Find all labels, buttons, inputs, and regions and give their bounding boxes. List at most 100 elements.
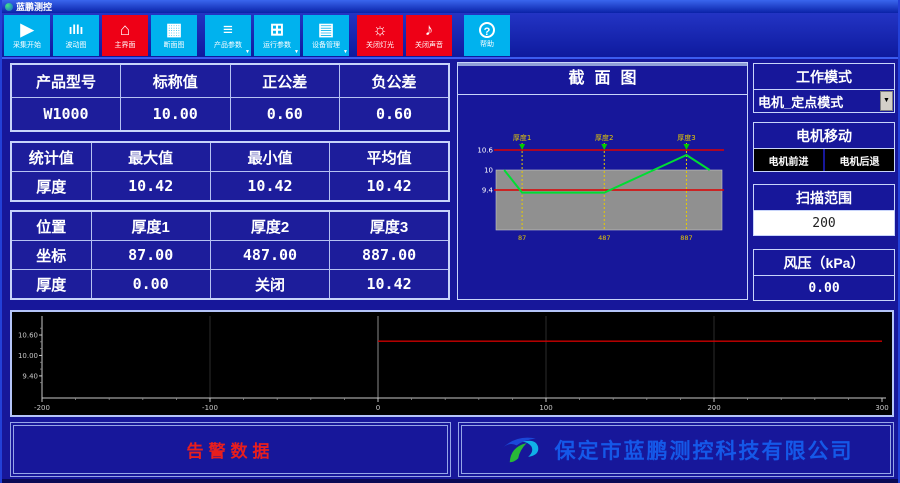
motor-forward-button[interactable]: 电机前进 — [754, 149, 823, 171]
coordinate-row: 坐标 87.00 487.00 887.00 — [11, 241, 449, 270]
svg-text:厚度2: 厚度2 — [595, 133, 613, 142]
work-mode-selected: 电机_定点模式 — [754, 92, 880, 111]
max-header: 最大值 — [91, 142, 210, 172]
stats-header-row: 统计值 最大值 最小值 平均值 — [11, 142, 449, 172]
svg-text:87: 87 — [518, 234, 526, 242]
help-button[interactable]: ? 帮助 — [464, 15, 510, 56]
svg-text:100: 100 — [539, 404, 552, 412]
alarm-data-box[interactable]: 告警数据 — [10, 422, 451, 477]
thickness-1-value: 0.00 — [91, 270, 210, 300]
svg-text:-100: -100 — [202, 404, 218, 412]
nominal-value: 10.00 — [121, 98, 231, 132]
scan-range-input[interactable] — [754, 211, 894, 235]
work-mode-box: 工作模式 电机_定点模式 ▼ — [753, 63, 895, 113]
nominal-value-header: 标称值 — [121, 64, 231, 98]
svg-text:厚度1: 厚度1 — [513, 133, 531, 142]
toolbar: ▶ 采集开始 ıllı 波动图 ⌂ 主界面 ▦ 断面图 ≡ 产品参数 ▼ ⊞ 运… — [2, 13, 898, 59]
section-chart-title: 截面图 — [458, 63, 747, 95]
section-chart-svg: 厚度187厚度2487厚度388710.6109.4 — [458, 95, 747, 299]
run-params-button[interactable]: ⊞ 运行参数 ▼ — [254, 15, 300, 56]
position-table: 位置 厚度1 厚度2 厚度3 坐标 87.00 487.00 887.00 厚度… — [10, 210, 450, 300]
product-table-value-row: W1000 10.00 0.60 0.60 — [11, 98, 449, 132]
svg-text:9.40: 9.40 — [22, 372, 38, 380]
company-name: 保定市蓝鹏测控科技有限公司 — [555, 435, 854, 465]
grid-icon: ▦ — [166, 21, 182, 39]
stats-table: 统计值 最大值 最小值 平均值 厚度 10.42 10.42 10.42 — [10, 141, 450, 202]
product-table: 产品型号 标称值 正公差 负公差 W1000 10.00 0.60 0.60 — [10, 63, 450, 132]
scan-range-box: 扫描范围 — [753, 184, 895, 236]
chevron-down-icon[interactable]: ▼ — [880, 91, 893, 111]
product-table-header-row: 产品型号 标称值 正公差 负公差 — [11, 64, 449, 98]
help-icon: ? — [479, 22, 495, 38]
company-logo-icon — [499, 433, 545, 467]
neg-tolerance-value: 0.60 — [340, 98, 450, 132]
svg-text:0: 0 — [376, 404, 380, 412]
sound-off-button[interactable]: ♪ 关闭声音 — [406, 15, 452, 56]
work-mode-dropdown[interactable]: 电机_定点模式 ▼ — [754, 90, 894, 112]
svg-text:300: 300 — [875, 404, 888, 412]
stats-value-row: 厚度 10.42 10.42 10.42 — [11, 172, 449, 202]
device-icon: ▤ — [318, 21, 334, 39]
window-title: 蓝鹏测控 — [16, 0, 52, 13]
coordinate-1: 87.00 — [91, 241, 210, 270]
chevron-down-icon: ▼ — [245, 49, 250, 55]
pressure-value: 0.00 — [754, 276, 894, 300]
trend-chart-svg: -200-100010020030010.6010.009.40 — [12, 312, 890, 413]
chevron-down-icon: ▼ — [294, 49, 299, 55]
product-params-button[interactable]: ≡ 产品参数 ▼ — [205, 15, 251, 56]
start-acquisition-button[interactable]: ▶ 采集开始 — [4, 15, 50, 56]
svg-text:-200: -200 — [34, 404, 50, 412]
thickness-label: 厚度 — [11, 270, 91, 300]
coordinate-3: 887.00 — [330, 241, 449, 270]
home-icon: ⌂ — [120, 21, 130, 39]
position-header-row: 位置 厚度1 厚度2 厚度3 — [11, 211, 449, 241]
svg-text:10.60: 10.60 — [18, 332, 38, 340]
svg-text:10.6: 10.6 — [477, 147, 493, 155]
thickness-3-value: 10.42 — [330, 270, 449, 300]
work-mode-title: 工作模式 — [754, 64, 894, 90]
svg-text:10.00: 10.00 — [18, 352, 38, 360]
position-header: 位置 — [11, 211, 91, 241]
pos-tolerance-header: 正公差 — [230, 64, 340, 98]
avg-value: 10.42 — [330, 172, 449, 202]
alarm-data-label: 告警数据 — [187, 437, 275, 462]
thickness2-header: 厚度2 — [210, 211, 329, 241]
play-icon: ▶ — [20, 21, 33, 39]
motor-move-box: 电机移动 电机前进 电机后退 — [753, 122, 895, 172]
thickness1-header: 厚度1 — [91, 211, 210, 241]
coordinate-2: 487.00 — [210, 241, 329, 270]
trend-chart: -200-100010020030010.6010.009.40 — [10, 310, 894, 417]
list-icon: ≡ — [223, 21, 233, 39]
pressure-box: 风压（kPa） 0.00 — [753, 249, 895, 301]
svg-text:厚度3: 厚度3 — [677, 133, 695, 142]
control-panel: 工作模式 电机_定点模式 ▼ 电机移动 电机前进 电机后退 扫描范围 风压（kP… — [753, 63, 895, 301]
bulb-icon: ☼ — [372, 21, 388, 39]
pressure-title: 风压（kPa） — [754, 250, 894, 276]
siren-icon: ♪ — [425, 21, 434, 39]
coordinate-label: 坐标 — [11, 241, 91, 270]
titlebar: 蓝鹏测控 — [2, 0, 898, 13]
main-screen-button[interactable]: ⌂ 主界面 — [102, 15, 148, 56]
min-value: 10.42 — [210, 172, 329, 202]
avg-header: 平均值 — [330, 142, 449, 172]
table-icon: ⊞ — [270, 21, 284, 39]
svg-text:487: 487 — [598, 234, 610, 242]
max-value: 10.42 — [91, 172, 210, 202]
app-window: 蓝鹏测控 ▶ 采集开始 ıllı 波动图 ⌂ 主界面 ▦ 断面图 ≡ 产品参数 … — [0, 0, 900, 483]
svg-text:887: 887 — [680, 234, 692, 242]
left-panel: 产品型号 标称值 正公差 负公差 W1000 10.00 0.60 0.60 统… — [10, 63, 450, 300]
stats-label-header: 统计值 — [11, 142, 91, 172]
light-off-button[interactable]: ☼ 关闭灯光 — [357, 15, 403, 56]
bottom-strip — [2, 479, 898, 483]
min-header: 最小值 — [210, 142, 329, 172]
company-box: 保定市蓝鹏测控科技有限公司 — [458, 422, 894, 477]
wave-chart-button[interactable]: ıllı 波动图 — [53, 15, 99, 56]
motor-buttons: 电机前进 电机后退 — [754, 149, 894, 171]
app-icon — [5, 3, 13, 11]
thickness3-header: 厚度3 — [330, 211, 449, 241]
motor-backward-button[interactable]: 电机后退 — [825, 149, 894, 171]
section-chart: 厚度187厚度2487厚度388710.6109.4 — [458, 95, 747, 299]
section-chart-panel: 截面图 厚度187厚度2487厚度388710.6109.4 — [457, 62, 748, 300]
section-view-button[interactable]: ▦ 断面图 — [151, 15, 197, 56]
device-mgmt-button[interactable]: ▤ 设备管理 ▼ — [303, 15, 349, 56]
